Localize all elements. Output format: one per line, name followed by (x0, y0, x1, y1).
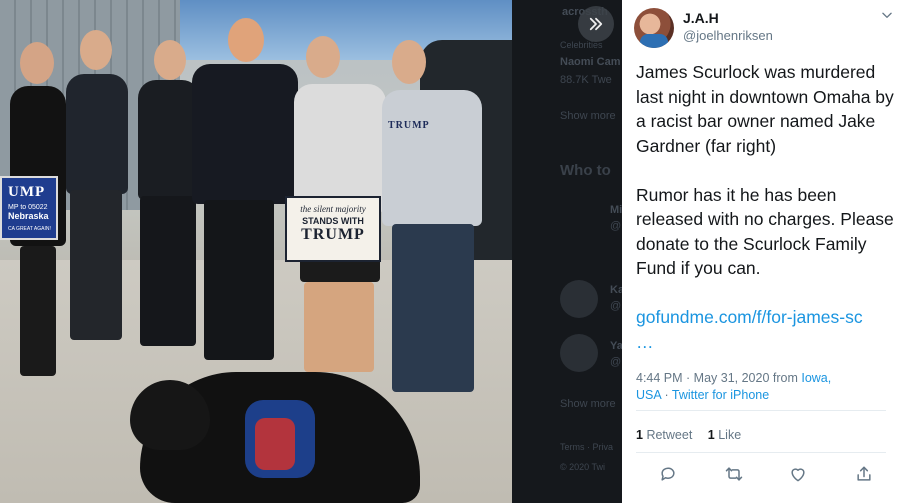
bg-text: Mi (610, 204, 622, 216)
location-link[interactable]: Iowa, (801, 371, 831, 385)
blue-sign-line-3: Nebraska (8, 211, 49, 221)
stands-with-trump-sign: the silent majority STANDS WITH TRUMP (285, 196, 381, 262)
bg-text: Ka (610, 284, 622, 296)
bg-avatar (560, 334, 598, 372)
blue-sign-line-2: MP to 05022 (8, 204, 48, 211)
bg-text: @ (610, 220, 622, 232)
tweet-meta: 4:44 PM · May 31, 2020 from Iowa, USA · … (636, 370, 886, 404)
tweet-timestamp[interactable]: 4:44 PM · May 31, 2020 from (636, 371, 801, 385)
tweet-panel: J.A.H @joelhenriksen James Scurlock was … (622, 0, 900, 503)
bg-text: Ya (610, 340, 622, 352)
bg-avatar (560, 280, 598, 318)
double-chevron-right-icon (589, 17, 603, 31)
bg-text: Show more (560, 110, 616, 122)
tweet-photo[interactable]: TRUMP the silent majority STANDS WITH TR… (0, 0, 512, 503)
bg-text: Show more (560, 398, 616, 410)
bg-text: @ (610, 356, 622, 368)
retweets-count: 1 (636, 428, 643, 442)
blue-sign-title: UMP (8, 184, 46, 200)
blue-campaign-sign: UMP MP to 05022 Nebraska CA GREAT AGAIN! (0, 176, 58, 240)
retweet-icon (725, 467, 743, 481)
location-link-2[interactable]: USA (636, 388, 661, 402)
background-page: acrossth Celebrities Naomi Cam 88.7K Twe… (512, 0, 622, 503)
bg-heading: Who to (560, 162, 611, 179)
chevron-down-icon[interactable] (880, 8, 896, 24)
gofundme-link[interactable]: gofundme.com/f/for-james-sc (636, 305, 894, 330)
source-link[interactable]: Twitter for iPhone (672, 388, 769, 402)
bg-text: @ (610, 300, 622, 312)
retweets-stat[interactable]: 1 Retweet (636, 428, 692, 442)
dog-head (130, 380, 210, 450)
reply-button[interactable] (658, 464, 682, 488)
tweet-actions (636, 464, 886, 488)
author-name[interactable]: J.A.H (683, 10, 719, 26)
expand-panel-button[interactable] (578, 6, 614, 42)
tweet-stats: 1 Retweet 1 Like (636, 428, 741, 442)
tweet-text: James Scurlock was murdered last night i… (636, 60, 894, 354)
likes-count: 1 (707, 428, 715, 442)
like-button[interactable] (788, 464, 812, 488)
heart-icon (791, 468, 805, 482)
blue-sign-line-4: CA GREAT AGAIN! (8, 226, 51, 232)
divider (636, 410, 886, 411)
meta-separator: · (661, 388, 672, 402)
bg-text: © 2020 Twi (560, 462, 605, 472)
share-button[interactable] (854, 464, 878, 488)
bg-text: Naomi Cam (560, 56, 621, 68)
shirt-text: TRUMP (388, 120, 430, 131)
tweet-paragraph-1: James Scurlock was murdered last night i… (636, 62, 894, 156)
sign-line-3: TRUMP (301, 226, 365, 243)
retweets-label: Retweet (646, 428, 693, 442)
share-icon (857, 466, 871, 481)
divider (636, 452, 886, 453)
sign-line-2: STANDS WITH (302, 216, 364, 226)
sign-line-1: the silent majority (300, 204, 366, 214)
author-handle[interactable]: @joelhenriksen (683, 28, 773, 43)
retweet-button[interactable] (724, 464, 748, 488)
likes-stat[interactable]: 1 Like (708, 428, 741, 442)
avatar[interactable] (634, 8, 674, 48)
link-ellipsis: … (636, 331, 654, 352)
bg-text: Terms · Priva (560, 442, 614, 452)
likes-label: Like (718, 428, 742, 442)
dog-vest-patch (255, 418, 295, 470)
reply-icon (661, 467, 675, 481)
bg-text: 88.7K Twe (560, 74, 612, 86)
tweet-paragraph-2: Rumor has it he has been released with n… (636, 184, 894, 279)
